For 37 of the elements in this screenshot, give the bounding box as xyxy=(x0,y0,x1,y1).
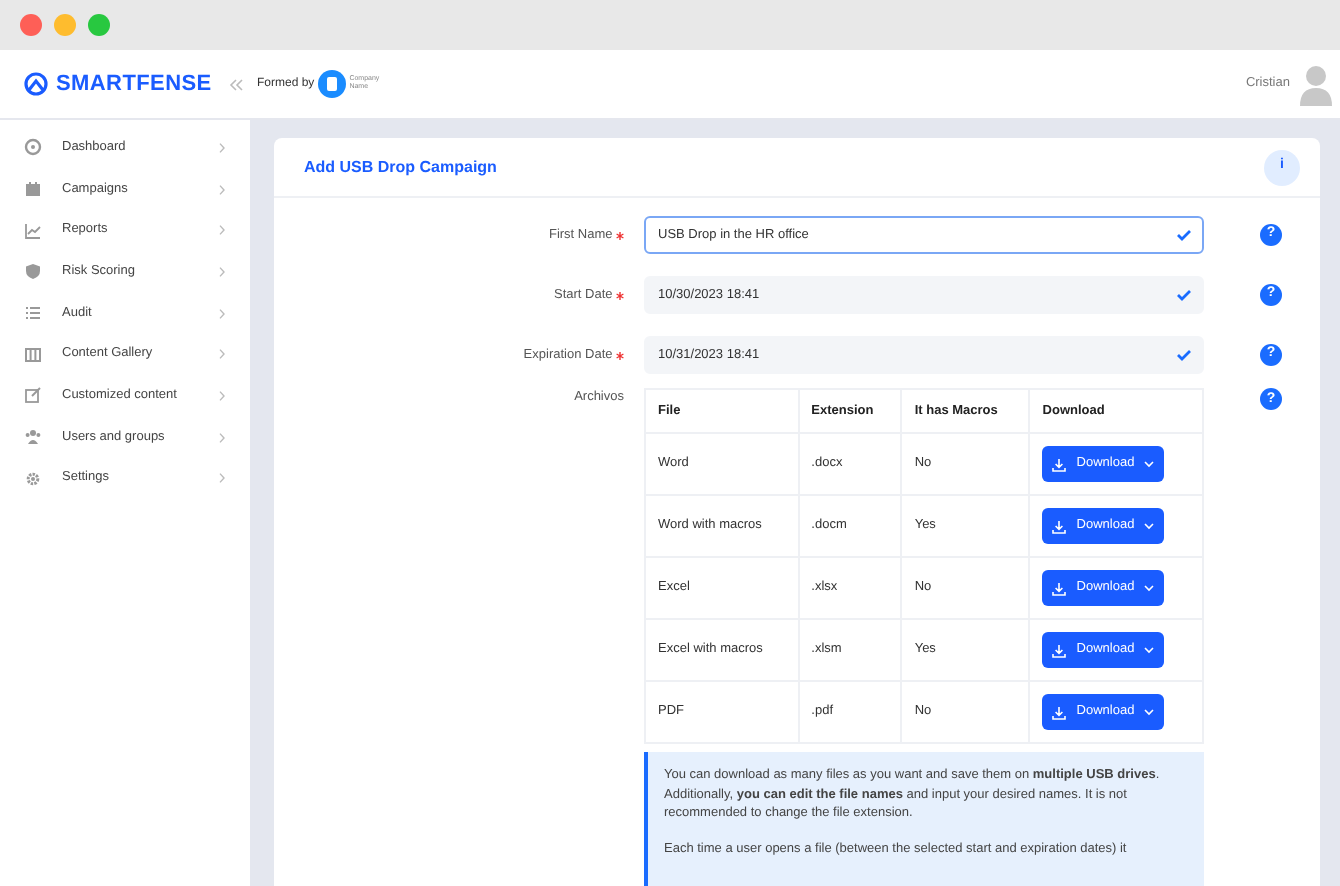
avatar-icon[interactable] xyxy=(1297,62,1333,106)
chevron-icon xyxy=(218,307,226,320)
chevron-icon xyxy=(218,141,226,154)
maximize-button[interactable] xyxy=(88,14,110,36)
caret-icon xyxy=(1144,708,1155,717)
close-button[interactable] xyxy=(20,14,42,36)
caret-icon xyxy=(1144,460,1155,469)
caret-icon xyxy=(1144,646,1155,655)
card-title: Add USB Drop Campaign xyxy=(304,155,497,179)
users-icon xyxy=(24,428,42,447)
chevron-icon xyxy=(218,431,226,444)
shield-icon xyxy=(24,262,42,281)
edit-icon xyxy=(24,386,42,405)
collapse-icon[interactable] xyxy=(227,77,244,91)
chevron-icon xyxy=(218,183,226,196)
caret-icon xyxy=(1144,522,1155,531)
gauge-icon xyxy=(24,138,42,157)
company-logo-icon xyxy=(317,70,346,98)
download-icon xyxy=(1052,643,1067,658)
chart-icon xyxy=(24,221,42,240)
list-icon xyxy=(24,304,42,323)
settings-icon xyxy=(24,469,42,488)
brand-name: SMARTFENSE xyxy=(56,69,212,100)
chevron-icon xyxy=(218,472,226,485)
minimize-button[interactable] xyxy=(54,14,76,36)
download-icon xyxy=(1052,519,1067,534)
download-icon xyxy=(1052,705,1067,720)
chevron-icon xyxy=(218,224,226,237)
caret-icon xyxy=(1144,584,1155,593)
chevron-icon xyxy=(218,389,226,402)
chevron-icon xyxy=(218,265,226,278)
download-icon xyxy=(1052,457,1067,472)
columns-icon xyxy=(24,345,42,364)
logo-icon xyxy=(24,72,48,96)
chevron-icon xyxy=(218,348,226,361)
calendar-icon xyxy=(24,180,42,199)
download-icon xyxy=(1052,581,1067,596)
